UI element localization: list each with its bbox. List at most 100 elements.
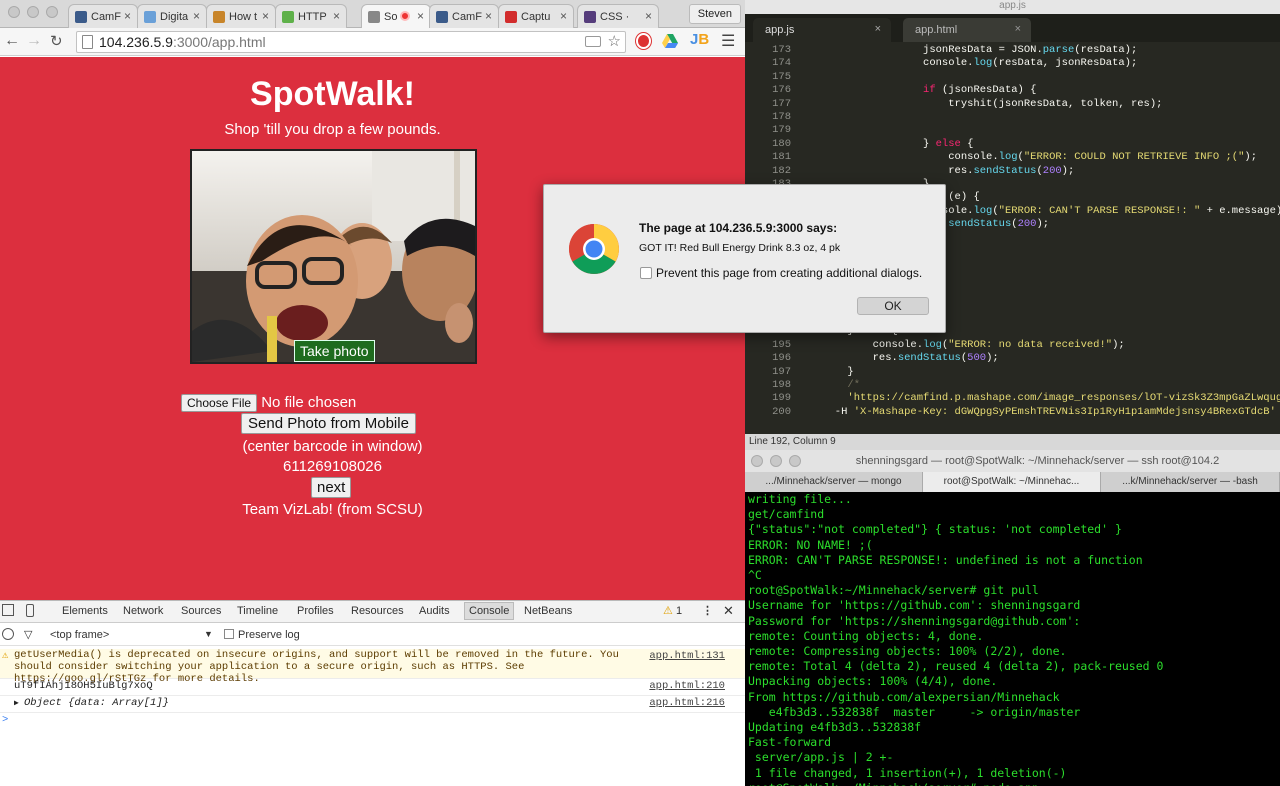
code-line[interactable]: tryshit(jsonResData, tolken, res); (797, 98, 1162, 110)
browser-tab[interactable]: CamF × (68, 4, 138, 28)
browser-tab[interactable]: CSS · × (577, 4, 659, 28)
code-line[interactable]: console.log("ERROR: no data received!"); (797, 339, 1125, 351)
device-mode-icon[interactable] (26, 604, 34, 617)
code-line[interactable]: if (jsonResData) { (797, 84, 1036, 96)
clear-console-icon[interactable] (2, 628, 14, 640)
close-window-button[interactable] (751, 455, 763, 467)
warning-count[interactable]: 1 (676, 605, 682, 617)
editor-tab-appjs[interactable]: app.js × (753, 18, 891, 42)
close-tab-icon[interactable]: × (124, 9, 131, 23)
code-line[interactable]: } (797, 366, 853, 378)
close-tab-icon[interactable]: × (193, 9, 200, 23)
line-number: 197 (772, 365, 791, 378)
reload-icon[interactable]: ↻ (50, 32, 63, 50)
devtools-tab-resources[interactable]: Resources (351, 605, 404, 617)
filter-icon[interactable]: ▽ (24, 628, 32, 641)
code-line[interactable]: res.sendStatus(500); (797, 352, 999, 364)
console-object-row[interactable]: ▶ Object {data: Array[1]} app.html:216 (0, 696, 745, 713)
console-source-link[interactable]: app.html:131 (649, 650, 725, 662)
menu-icon[interactable]: ☰ (721, 31, 735, 51)
devtools-menu-icon[interactable]: ⋮ (702, 604, 713, 617)
address-bar[interactable]: 104.236.5.9:3000/app.html ☆ (76, 31, 626, 53)
console-warning-row: ⚠ getUserMedia() is deprecated on insecu… (0, 649, 745, 685)
browser-tab[interactable]: Digita × (137, 4, 207, 28)
close-tab-icon[interactable]: × (875, 23, 881, 35)
preserve-log-checkbox[interactable] (224, 629, 234, 639)
take-photo-button[interactable]: Take photo (294, 340, 375, 362)
prevent-dialogs-label[interactable]: Prevent this page from creating addition… (656, 266, 922, 280)
terminal-tab-bash[interactable]: ...k/Minnehack/server — -bash (1101, 472, 1280, 492)
close-tab-icon[interactable]: × (333, 9, 340, 23)
bookmark-star-icon[interactable]: ☆ (608, 32, 621, 52)
terminal-tab-server[interactable]: root@SpotWalk: ~/Minnehac... (923, 472, 1101, 492)
code-line[interactable]: -H 'X-Mashape-Key: dGWQpgSyPEmshTREVNis3… (797, 406, 1280, 418)
close-tab-icon[interactable]: × (262, 9, 269, 23)
next-button[interactable]: next (311, 477, 352, 498)
page-info-icon[interactable] (82, 35, 93, 49)
code-line[interactable]: console.log(resData, jsonResData); (797, 57, 1137, 69)
google-drive-icon[interactable] (662, 34, 678, 48)
dialog-title: The page at 104.236.5.9:3000 says: (639, 221, 838, 235)
devtools-tab-bar: Elements Network Sources Timeline Profiles Re… (0, 601, 745, 623)
chevron-down-icon[interactable]: ▼ (204, 629, 213, 639)
inspect-icon[interactable] (2, 604, 14, 616)
browser-tab[interactable]: How t × (206, 4, 276, 28)
console-source-link[interactable]: app.html:210 (649, 679, 725, 694)
camfind-icon (75, 10, 87, 23)
code-line[interactable]: 'https://camfind.p.mashape.com/image_res… (797, 392, 1280, 404)
devtools-tab-console[interactable]: Console (464, 602, 515, 620)
jetbrains-icon[interactable]: JB (690, 31, 709, 48)
frame-select[interactable]: <top frame> (50, 629, 109, 641)
line-number: 200 (772, 405, 791, 418)
profile-button[interactable]: Steven (688, 4, 741, 24)
back-icon[interactable]: ← (4, 32, 20, 50)
close-devtools-icon[interactable]: ✕ (723, 603, 734, 619)
minimize-window-button[interactable] (770, 455, 782, 467)
line-number: 195 (772, 338, 791, 351)
tagline: Shop 'till you drop a few pounds. (224, 121, 441, 138)
code-line[interactable]: jsonResData = JSON.parse(resData); (797, 44, 1137, 56)
browser-tab[interactable]: Captu × (498, 4, 574, 28)
zoom-window-button[interactable] (789, 455, 801, 467)
ok-button[interactable]: OK (857, 297, 929, 315)
terminal-output[interactable]: writing file... get/camfind {"status":"not… (748, 492, 1278, 786)
forward-icon[interactable]: → (26, 32, 42, 50)
camera-icon[interactable] (585, 36, 601, 47)
devtools-tab-sources[interactable]: Sources (181, 605, 221, 617)
devtools-tab-audits[interactable]: Audits (419, 605, 450, 617)
editor-window-title: app.js (745, 0, 1280, 14)
send-photo-mobile-button[interactable]: Send Photo from Mobile (241, 413, 416, 434)
choose-file-button[interactable]: Choose File (181, 394, 258, 413)
browser-tab[interactable]: So × (361, 4, 431, 28)
devtools-tab-network[interactable]: Network (123, 605, 163, 617)
devtools-tab-timeline[interactable]: Timeline (237, 605, 278, 617)
browser-tab[interactable]: HTTP × (275, 4, 347, 28)
close-tab-icon[interactable]: × (645, 9, 652, 23)
close-tab-icon[interactable]: × (560, 9, 567, 23)
expand-triangle-icon[interactable]: ▶ (14, 696, 19, 711)
editor-tab-apphtml[interactable]: app.html × (903, 18, 1031, 42)
line-number: 198 (772, 379, 791, 391)
devtools-tab-netbeans[interactable]: NetBeans (524, 605, 572, 617)
close-tab-icon[interactable]: × (485, 9, 492, 23)
close-window-button[interactable] (8, 6, 20, 18)
devtools-tab-elements[interactable]: Elements (62, 605, 108, 617)
console-prompt[interactable]: > (0, 713, 745, 730)
code-line[interactable]: res.sendStatus(200); (797, 165, 1074, 177)
close-tab-icon[interactable]: × (417, 9, 424, 23)
devtools-tab-profiles[interactable]: Profiles (297, 605, 334, 617)
code-line[interactable]: console.log("ERROR: COULD NOT RETRIEVE I… (797, 151, 1257, 163)
minimize-window-button[interactable] (27, 6, 39, 18)
alert-dialog: The page at 104.236.5.9:3000 says: GOT I… (543, 184, 946, 333)
prevent-dialogs-checkbox[interactable] (640, 267, 652, 279)
nodejs-icon (282, 10, 294, 23)
adblock-icon[interactable] (636, 33, 651, 49)
close-tab-icon[interactable]: × (1015, 23, 1021, 35)
code-line[interactable]: /* (797, 379, 860, 391)
code-line[interactable]: } else { (797, 138, 973, 150)
console-source-link[interactable]: app.html:216 (649, 696, 725, 711)
zoom-window-button[interactable] (46, 6, 58, 18)
browser-tab[interactable]: CamF × (429, 4, 499, 28)
terminal-line: Fast-forward (748, 735, 832, 750)
terminal-tab-mongo[interactable]: .../Minnehack/server — mongo (745, 472, 923, 492)
